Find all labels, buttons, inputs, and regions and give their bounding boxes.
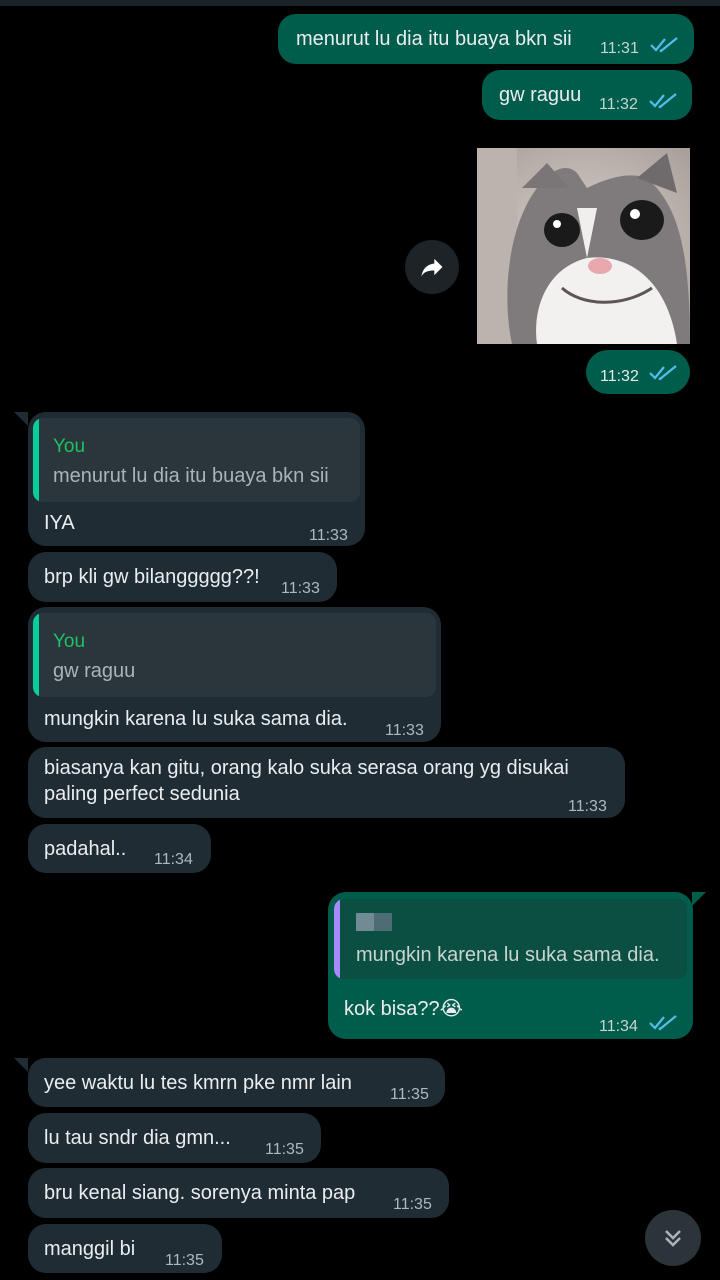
image-message-cat-photo[interactable]: [477, 148, 690, 344]
message-incoming[interactable]: bru kenal siang. sorenya minta pap 11:35: [28, 1168, 449, 1218]
quote-bar: [33, 418, 39, 502]
message-text: yee waktu lu tes kmrn pke nmr lain: [44, 1072, 352, 1094]
message-text: menurut lu dia itu buaya bkn sii: [296, 28, 572, 50]
message-outgoing[interactable]: menurut lu dia itu buaya bkn sii 11:31: [278, 14, 694, 64]
message-outgoing-reply[interactable]: mungkin karena lu suka sama dia. kok bis…: [328, 892, 693, 1039]
message-text: padahal..: [44, 838, 127, 860]
cat-smiling-photo: [477, 148, 690, 344]
message-text: IYA: [44, 512, 75, 534]
image-message-footer: 11:32: [586, 350, 690, 394]
message-time: 11:34: [154, 851, 193, 868]
quote-author-redacted: [356, 913, 392, 931]
message-time: 11:32: [600, 368, 639, 385]
quoted-message[interactable]: You gw raguu: [33, 613, 436, 697]
message-text-line: biasanya kan gitu, orang kalo suka seras…: [44, 757, 569, 779]
message-incoming[interactable]: manggil bi 11:35: [28, 1224, 222, 1273]
status-bar-strip: [0, 0, 720, 6]
message-time: 11:33: [385, 722, 424, 739]
quote-text: mungkin karena lu suka sama dia.: [356, 944, 660, 966]
quote-author: You: [53, 436, 86, 457]
message-time: 11:35: [165, 1252, 204, 1269]
message-text: gw raguu: [499, 84, 582, 106]
quote-author: You: [53, 631, 86, 652]
message-incoming-reply[interactable]: You menurut lu dia itu buaya bkn sii IYA…: [28, 412, 365, 546]
message-text: manggil bi: [44, 1238, 136, 1260]
message-text: mungkin karena lu suka sama dia.: [44, 708, 348, 730]
message-text: brp kli gw bilanggggg??!: [44, 566, 260, 588]
message-time: 11:33: [568, 798, 607, 815]
quote-bar: [33, 613, 39, 697]
message-text: lu tau sndr dia gmn...: [44, 1127, 231, 1149]
message-incoming-reply[interactable]: You gw raguu mungkin karena lu suka sama…: [28, 607, 441, 742]
quote-text: menurut lu dia itu buaya bkn sii: [53, 465, 329, 487]
double-check-icon: [649, 365, 677, 381]
quoted-message[interactable]: You menurut lu dia itu buaya bkn sii: [33, 418, 360, 502]
message-incoming[interactable]: biasanya kan gitu, orang kalo suka seras…: [28, 747, 625, 818]
message-time: 11:35: [390, 1086, 429, 1103]
message-incoming[interactable]: lu tau sndr dia gmn... 11:35: [28, 1113, 321, 1163]
message-time: 11:35: [265, 1141, 304, 1158]
message-time: 11:31: [600, 40, 639, 57]
chevron-double-down-icon: [665, 1230, 681, 1247]
bubble-tail: [14, 412, 28, 426]
double-check-icon: [649, 1015, 677, 1031]
bubble-tail: [692, 892, 706, 906]
quoted-message[interactable]: mungkin karena lu suka sama dia.: [334, 899, 687, 979]
forward-arrow-icon: [421, 258, 443, 277]
forward-button[interactable]: [405, 240, 459, 294]
message-time: 11:33: [281, 580, 320, 597]
message-text: kok bisa??😭: [344, 998, 463, 1020]
message-incoming[interactable]: brp kli gw bilanggggg??! 11:33: [28, 552, 337, 602]
double-check-icon: [650, 37, 678, 53]
message-text-line: paling perfect sedunia: [44, 783, 240, 805]
message-text: bru kenal siang. sorenya minta pap: [44, 1182, 356, 1204]
message-outgoing[interactable]: gw raguu 11:32: [482, 70, 692, 120]
message-time: 11:35: [393, 1196, 432, 1213]
message-time: 11:33: [309, 527, 348, 544]
bubble-tail: [14, 1058, 28, 1072]
double-check-icon: [649, 93, 677, 109]
message-time: 11:32: [599, 96, 638, 113]
message-incoming[interactable]: yee waktu lu tes kmrn pke nmr lain 11:35: [28, 1058, 445, 1107]
message-incoming[interactable]: padahal.. 11:34: [28, 824, 211, 873]
message-time: 11:34: [599, 1018, 638, 1035]
scroll-to-bottom-button[interactable]: [645, 1210, 701, 1266]
quote-bar: [334, 899, 340, 979]
quote-text: gw raguu: [53, 660, 136, 682]
